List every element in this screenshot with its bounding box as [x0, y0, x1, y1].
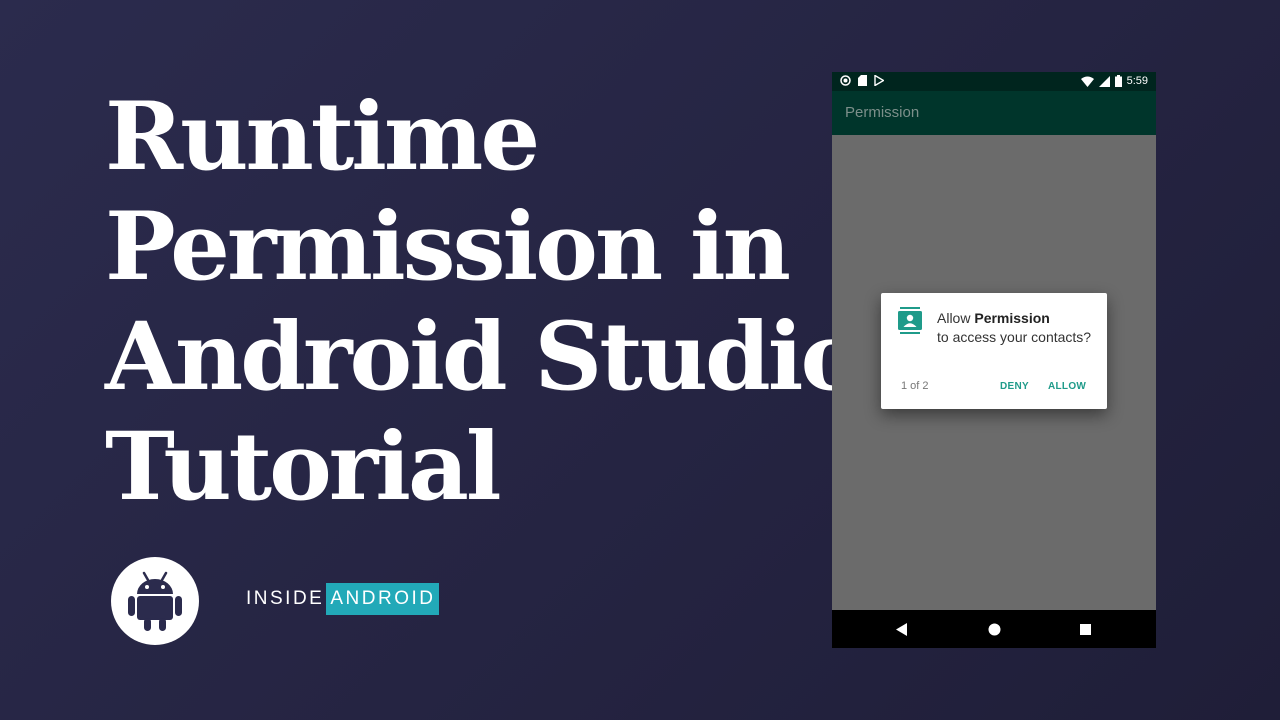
recents-icon[interactable] [1076, 620, 1094, 638]
permission-counter: 1 of 2 [901, 380, 929, 392]
signal-icon [1098, 75, 1110, 87]
message-suffix: to access your contacts? [937, 329, 1092, 345]
title-line-1: Runtime [105, 82, 540, 192]
status-time: 5:59 [1126, 75, 1148, 87]
record-icon [840, 75, 851, 86]
allow-button[interactable]: ALLOW [1048, 381, 1086, 392]
title-line-4: Tutorial [105, 412, 502, 522]
android-logo [111, 557, 199, 645]
phone-screen: 5:59 Permission Allow Permission to acce… [832, 72, 1156, 648]
android-robot-icon [128, 571, 182, 631]
sd-card-icon [858, 75, 867, 86]
permission-dialog: Allow Permission to access your contacts… [881, 293, 1107, 409]
navigation-bar [832, 610, 1156, 648]
brand-android-text: ANDROID [326, 583, 440, 615]
tutorial-title: Runtime Permission in Android Studio Tut… [105, 82, 863, 522]
contacts-icon [898, 307, 922, 334]
deny-button[interactable]: DENY [1000, 381, 1029, 392]
message-prefix: Allow [937, 310, 975, 326]
app-bar: Permission [832, 91, 1156, 135]
app-title: Permission [845, 104, 920, 121]
permission-app-name: Permission [974, 310, 1050, 326]
title-line-3: Android Studio [105, 302, 863, 412]
wifi-icon [1080, 76, 1094, 87]
battery-icon [1114, 75, 1122, 87]
inside-android-brand: INSIDE ANDROID [246, 583, 440, 615]
status-bar: 5:59 [832, 72, 1156, 91]
permission-message: Allow Permission to access your contacts… [937, 309, 1097, 347]
title-line-2: Permission in [105, 192, 791, 302]
home-icon[interactable] [985, 620, 1003, 638]
play-store-icon [874, 75, 884, 86]
back-icon[interactable] [893, 620, 911, 638]
brand-inside-text: INSIDE [246, 588, 325, 609]
